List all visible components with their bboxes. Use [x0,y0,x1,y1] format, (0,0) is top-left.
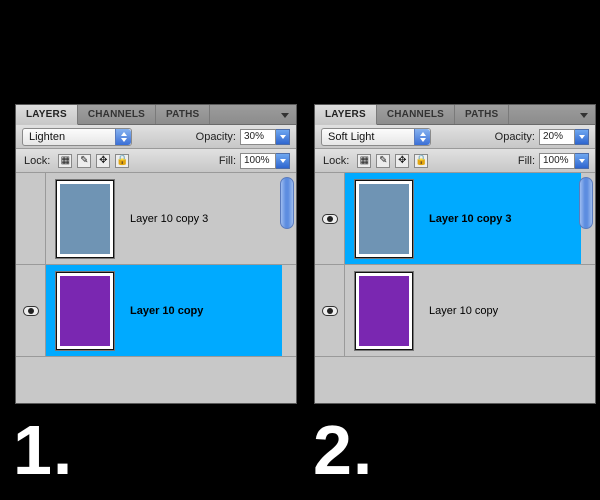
panel-menu-icon[interactable] [577,110,591,120]
step-label-1: 1. [13,410,73,490]
blend-mode-value: Lighten [29,131,65,143]
layer-thumbnail[interactable] [355,272,413,350]
tab-paths[interactable]: PATHS [455,105,509,124]
visibility-toggle[interactable] [16,265,46,356]
layer-name[interactable]: Layer 10 copy [130,305,203,317]
blend-opacity-row: Soft Light Opacity: 20% [315,125,595,149]
fill-input[interactable]: 100% [539,153,575,169]
tab-channels[interactable]: CHANNELS [78,105,156,124]
lock-position-icon[interactable]: ✥ [96,154,110,168]
layer-list: Layer 10 copy 3 Layer 10 copy [315,173,595,403]
lock-pixels-icon[interactable]: ✎ [376,154,390,168]
layer-thumbnail[interactable] [355,180,413,258]
layer-row[interactable]: Layer 10 copy [16,265,296,357]
blend-opacity-row: Lighten Opacity: 30% [16,125,296,149]
visibility-toggle[interactable] [315,173,345,264]
tab-channels[interactable]: CHANNELS [377,105,455,124]
layer-row[interactable]: Layer 10 copy [315,265,595,357]
lock-all-icon[interactable]: 🔒 [414,154,428,168]
fill-label: Fill: [518,155,535,167]
layer-name[interactable]: Layer 10 copy [429,305,498,317]
updown-arrows-icon [115,129,131,145]
lock-label: Lock: [323,155,349,167]
tab-bar: LAYERS CHANNELS PATHS [315,105,595,125]
layers-panel-1: LAYERS CHANNELS PATHS Lighten Opacity: 3… [15,104,297,404]
layer-list: Layer 10 copy 3 Layer 10 copy [16,173,296,403]
blend-mode-value: Soft Light [328,131,374,143]
layer-name[interactable]: Layer 10 copy 3 [429,213,512,225]
visibility-toggle[interactable] [16,173,46,264]
eye-icon [322,214,338,224]
lock-fill-row: Lock: ▦ ✎ ✥ 🔒 Fill: 100% [315,149,595,173]
panel-menu-icon[interactable] [278,110,292,120]
lock-all-icon[interactable]: 🔒 [115,154,129,168]
fill-dropdown-icon[interactable] [575,153,589,169]
lock-icons-group: ▦ ✎ ✥ 🔒 [58,154,129,168]
lock-transparency-icon[interactable]: ▦ [58,154,72,168]
lock-icons-group: ▦ ✎ ✥ 🔒 [357,154,428,168]
opacity-input[interactable]: 20% [539,129,575,145]
opacity-input[interactable]: 30% [240,129,276,145]
opacity-dropdown-icon[interactable] [575,129,589,145]
eye-icon [23,306,39,316]
visibility-toggle[interactable] [315,265,345,356]
lock-position-icon[interactable]: ✥ [395,154,409,168]
eye-icon [322,306,338,316]
blend-mode-select[interactable]: Lighten [22,128,132,146]
fill-input[interactable]: 100% [240,153,276,169]
layer-row[interactable]: Layer 10 copy 3 [315,173,595,265]
fill-label: Fill: [219,155,236,167]
lock-pixels-icon[interactable]: ✎ [77,154,91,168]
opacity-label: Opacity: [495,131,535,143]
lock-transparency-icon[interactable]: ▦ [357,154,371,168]
fill-dropdown-icon[interactable] [276,153,290,169]
tab-paths[interactable]: PATHS [156,105,210,124]
updown-arrows-icon [414,129,430,145]
tab-bar: LAYERS CHANNELS PATHS [16,105,296,125]
layer-thumbnail[interactable] [56,180,114,258]
layers-panel-2: LAYERS CHANNELS PATHS Soft Light Opacity… [314,104,596,404]
opacity-label: Opacity: [196,131,236,143]
tab-layers[interactable]: LAYERS [315,105,377,125]
opacity-dropdown-icon[interactable] [276,129,290,145]
lock-fill-row: Lock: ▦ ✎ ✥ 🔒 Fill: 100% [16,149,296,173]
tab-layers[interactable]: LAYERS [16,105,78,125]
layer-row[interactable]: Layer 10 copy 3 [16,173,296,265]
lock-label: Lock: [24,155,50,167]
layer-name[interactable]: Layer 10 copy 3 [130,213,208,225]
layer-thumbnail[interactable] [56,272,114,350]
blend-mode-select[interactable]: Soft Light [321,128,431,146]
step-label-2: 2. [313,410,373,490]
